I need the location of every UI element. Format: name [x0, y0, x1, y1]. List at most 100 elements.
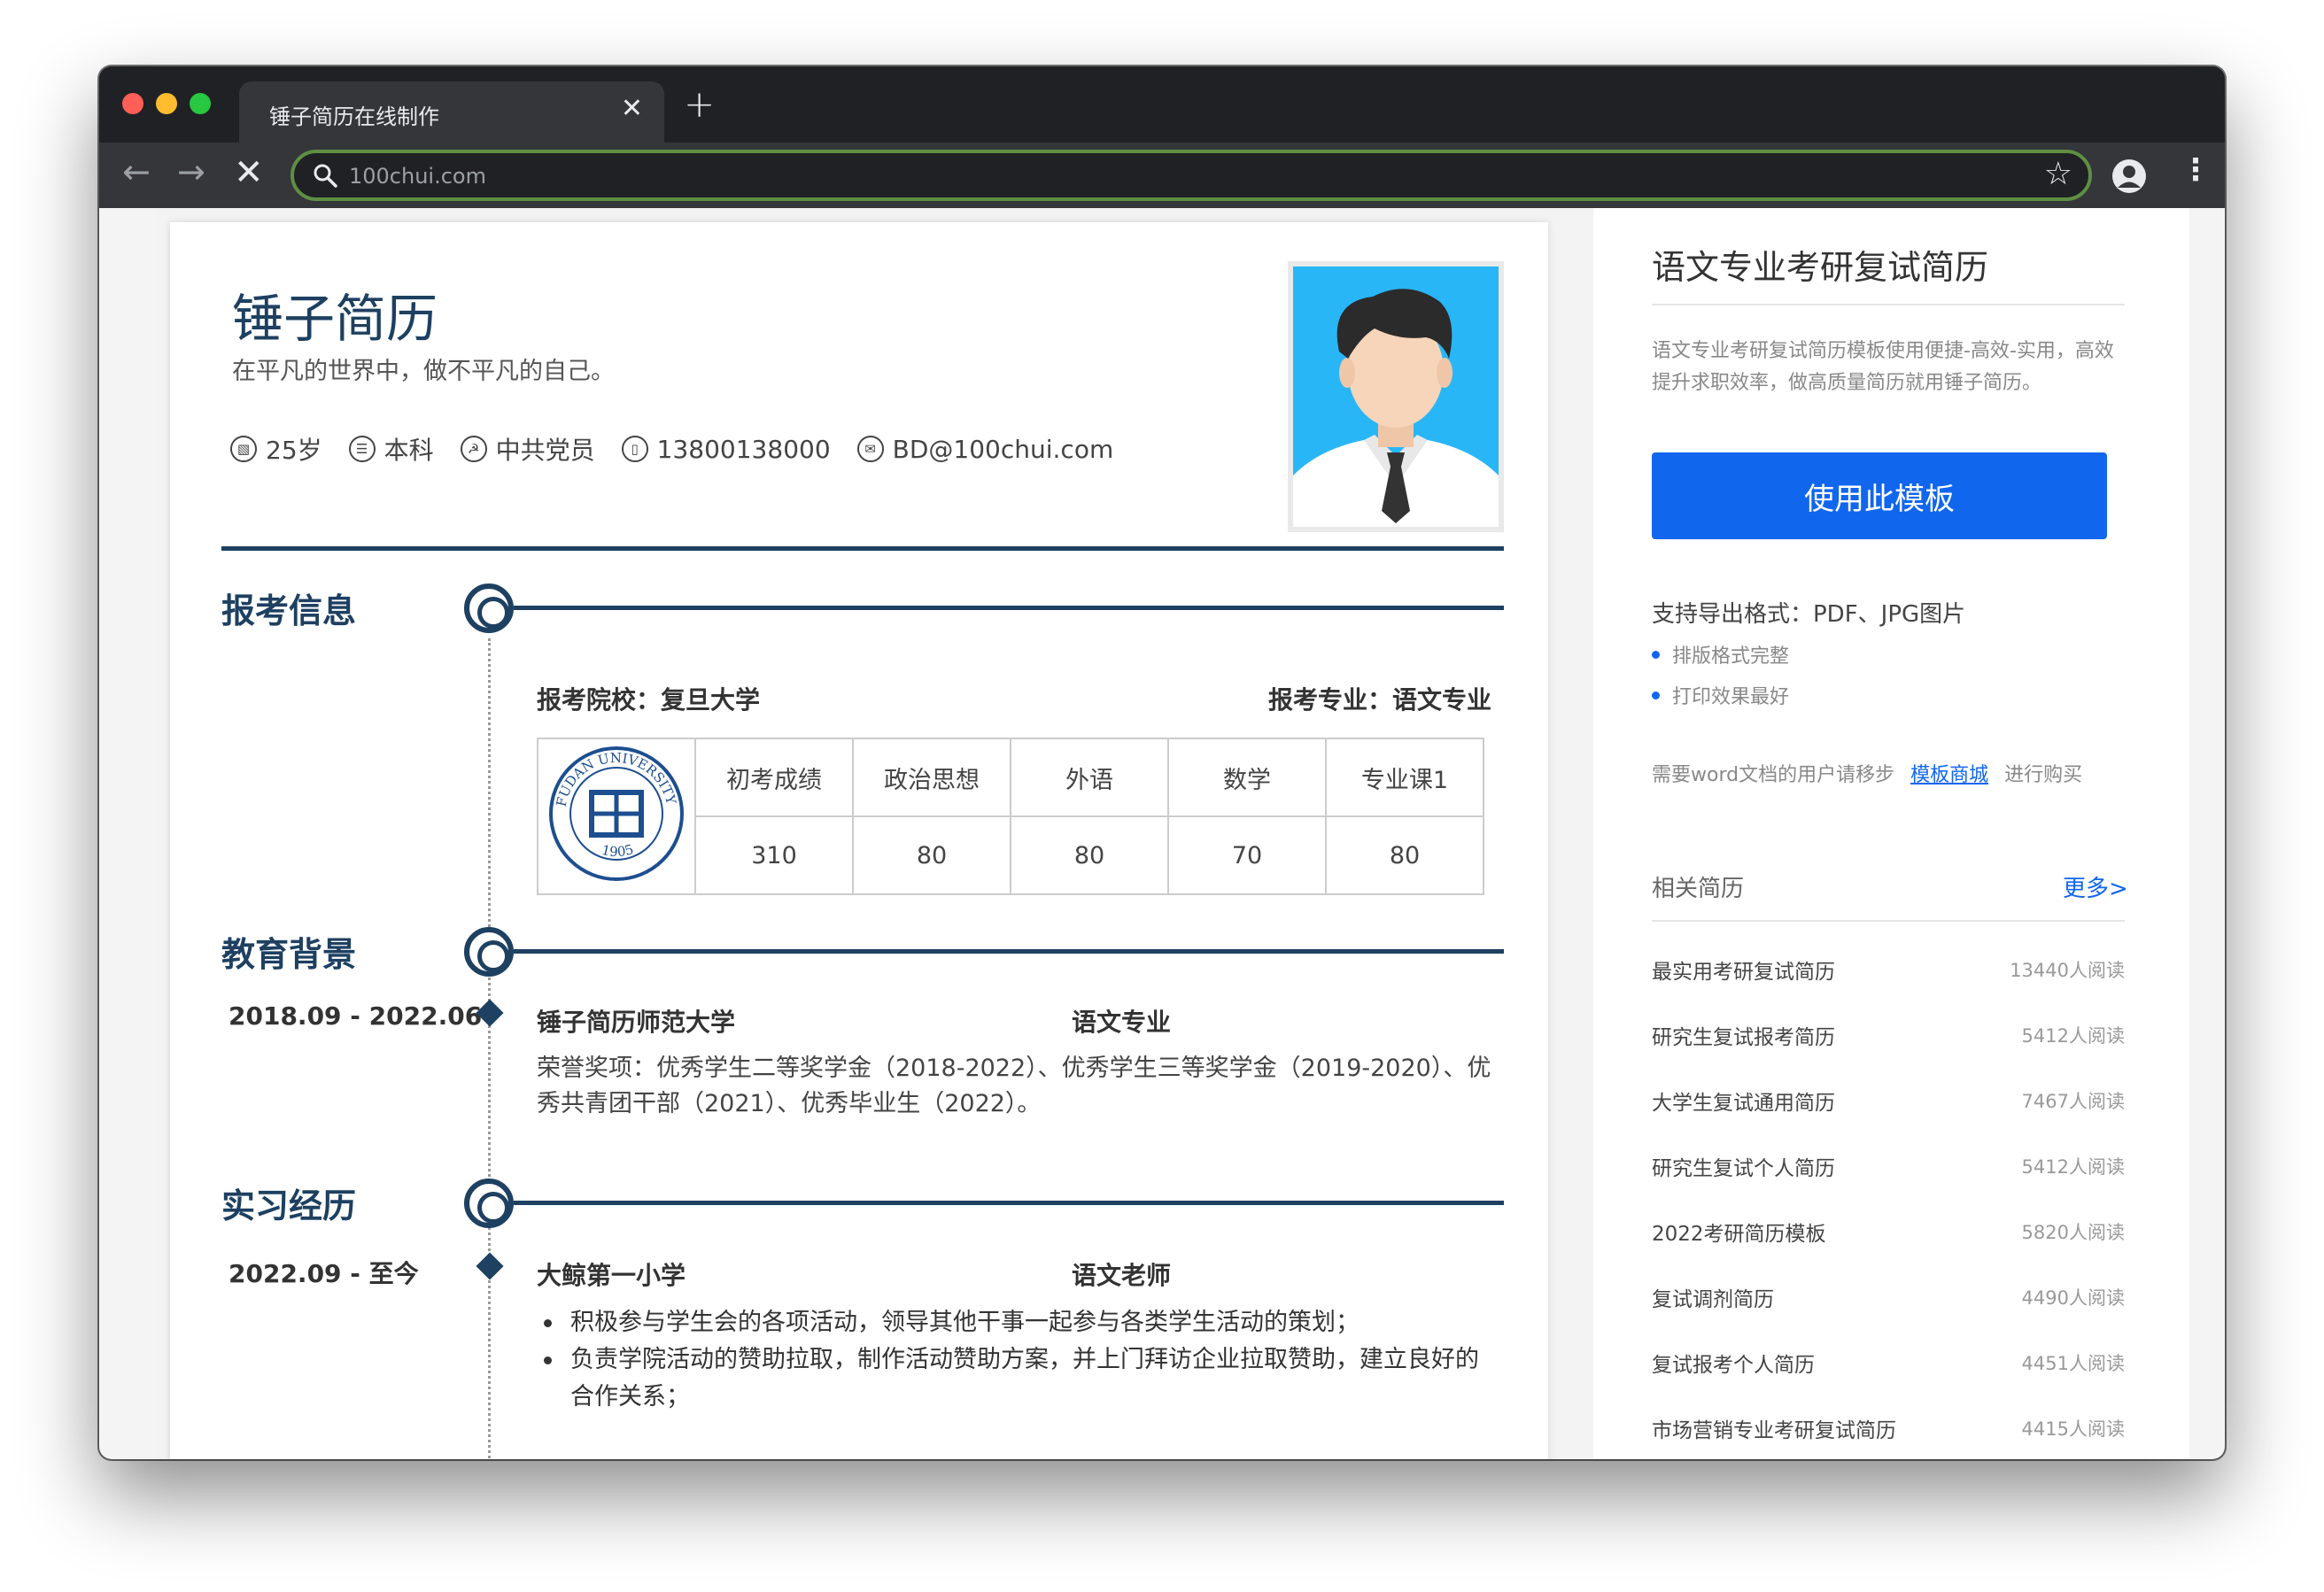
- info-degree: ☰ 本科: [348, 431, 434, 467]
- close-window-button[interactable]: [122, 93, 143, 114]
- related-name[interactable]: 研究生复试个人简历: [1652, 1151, 1835, 1181]
- related-name[interactable]: 研究生复试报考简历: [1652, 1020, 1835, 1050]
- resume-info-row: ▧ 25岁 ☰ 本科 ☭ 中共党员 ▯ 13800138000 ✉ BD@100…: [230, 431, 1113, 467]
- exam-major: 报考专业：语文专业: [1267, 685, 1491, 715]
- info-age-text: 25岁: [266, 436, 322, 465]
- related-item[interactable]: 2022考研简历模板 5820人阅读: [1652, 1214, 2125, 1249]
- info-age: ▧ 25岁: [230, 431, 322, 467]
- internship-duties: 积极参与学生会的各项活动，领导其他干事一起参与各类学生活动的策划； 负责学院活动…: [537, 1304, 1493, 1416]
- use-template-button[interactable]: 使用此模板: [1652, 452, 2107, 539]
- party-icon: ☭: [460, 436, 487, 462]
- tab-title: 锤子简历在线制作: [269, 104, 439, 129]
- avatar-illustration: [1293, 267, 1499, 527]
- template-sidebar: 语文专业考研复试简历 语文专业考研复试简历模板使用便捷-高效-实用，高效提升求职…: [1593, 208, 2189, 1459]
- browser-tab[interactable]: 锤子简历在线制作 ✕: [239, 81, 664, 143]
- related-item[interactable]: 市场营销专业考研复试简历 4415人阅读: [1652, 1410, 2125, 1446]
- info-party-text: 中共党员: [495, 436, 595, 465]
- search-icon: [314, 164, 337, 188]
- section-ring-icon: [464, 927, 514, 977]
- related-item[interactable]: 研究生复试个人简历 5412人阅读: [1652, 1148, 2125, 1184]
- resume-motto: 在平凡的世界中，做不平凡的自己。: [232, 358, 615, 385]
- section-title-exam: 报考信息: [221, 591, 357, 630]
- education-honors: 荣誉奖项：优秀学生二等奖学金（2018-2022）、优秀学生三等奖学金（2019…: [537, 1055, 1491, 1117]
- related-count: 5412人阅读: [2021, 1025, 2125, 1047]
- related-name[interactable]: 最实用考研复试简历: [1652, 954, 1835, 985]
- address-bar[interactable]: 100chui.com ☆: [290, 150, 2092, 201]
- related-item[interactable]: 大学生复试通用简历 7467人阅读: [1652, 1083, 2125, 1118]
- browser-menu-icon[interactable]: ⋮: [2181, 155, 2211, 185]
- resume-page: 锤子简历 在平凡的世界中，做不平凡的自己。 ▧ 25岁 ☰ 本科 ☭ 中共党员 …: [170, 222, 1548, 1459]
- related-name[interactable]: 2022考研简历模板: [1652, 1217, 1826, 1247]
- section-title-internship: 实习经历: [221, 1186, 357, 1225]
- related-count: 4490人阅读: [2021, 1287, 2125, 1309]
- education-school: 锤子简历师范大学: [537, 1008, 736, 1037]
- page-viewport: 锤子简历 在平凡的世界中，做不平凡的自己。 ▧ 25岁 ☰ 本科 ☭ 中共党员 …: [99, 208, 2225, 1459]
- related-name[interactable]: 大学生复试通用简历: [1652, 1086, 1835, 1116]
- tab-strip: 锤子简历在线制作 ✕ +: [99, 66, 2225, 143]
- education-major: 语文专业: [1072, 1008, 1172, 1037]
- related-count: 5820人阅读: [2021, 1222, 2125, 1243]
- feature-item: 打印效果最好: [1652, 681, 1789, 709]
- score-header: 政治思想: [852, 738, 1011, 817]
- degree-icon: ☰: [348, 436, 376, 462]
- related-item[interactable]: 最实用考研复试简历 13440人阅读: [1652, 952, 2125, 987]
- bookmark-star-icon[interactable]: ☆: [2044, 158, 2072, 190]
- feature-item: 排版格式完整: [1652, 640, 1789, 668]
- stop-loading-icon[interactable]: ✕: [234, 155, 264, 190]
- section-ring-icon: [464, 1179, 514, 1228]
- score-value: 80: [1325, 815, 1484, 895]
- feature-text: 排版格式完整: [1672, 645, 1790, 668]
- education-date: 2018.09 - 2022.06: [229, 1001, 483, 1031]
- bullet-dot-icon: [1652, 650, 1660, 659]
- list-item: 积极参与学生会的各项活动，领导其他干事一起参与各类学生活动的策划；: [537, 1304, 1493, 1341]
- forward-arrow-icon[interactable]: →: [177, 155, 205, 189]
- score-value: 80: [1010, 815, 1169, 895]
- word-note: 需要word文档的用户请移步 模板商城 进行购买: [1652, 759, 2082, 787]
- score-header: 专业课1: [1325, 738, 1484, 817]
- internship-org: 大鲸第一小学: [537, 1261, 686, 1290]
- score-header: 初考成绩: [694, 738, 854, 817]
- score-value: 310: [694, 815, 854, 895]
- internship-role: 语文老师: [1072, 1261, 1172, 1290]
- note-prefix: 需要word文档的用户请移步: [1652, 764, 1895, 786]
- related-name[interactable]: 市场营销专业考研复试简历: [1652, 1413, 1896, 1443]
- related-count: 4451人阅读: [2021, 1353, 2125, 1374]
- related-item[interactable]: 研究生复试报考简历 5412人阅读: [1652, 1017, 2125, 1053]
- browser-toolbar: ← → ✕ 100chui.com ☆ ⋮: [99, 143, 2225, 208]
- fudan-logo: FUDAN UNIVERSITY 1905: [537, 738, 696, 895]
- template-store-link[interactable]: 模板商城: [1910, 764, 1988, 786]
- new-tab-button[interactable]: +: [684, 86, 715, 123]
- related-divider: [1652, 920, 2125, 922]
- tab-close-icon[interactable]: ✕: [621, 96, 643, 122]
- info-party: ☭ 中共党员: [460, 431, 595, 467]
- timeline-diamond-icon: [476, 1252, 504, 1280]
- related-title: 相关简历: [1652, 876, 1745, 902]
- related-count: 7467人阅读: [2021, 1091, 2125, 1112]
- related-item[interactable]: 复试调剂简历 4490人阅读: [1652, 1279, 2125, 1315]
- profile-avatar-icon[interactable]: [2111, 158, 2147, 194]
- score-table: FUDAN UNIVERSITY 1905 初考成绩 政治思想 外语 数学 专业…: [537, 738, 1484, 895]
- minimize-window-button[interactable]: [156, 93, 177, 114]
- internship-date: 2022.09 - 至今: [229, 1259, 419, 1288]
- score-value: 70: [1167, 815, 1327, 895]
- related-name[interactable]: 复试报考个人简历: [1652, 1348, 1815, 1378]
- profile-photo: [1288, 261, 1504, 532]
- section-ring-icon: [464, 583, 514, 633]
- resume-name: 锤子简历: [232, 289, 438, 349]
- bullet-dot-icon: [1652, 691, 1660, 699]
- related-item[interactable]: 复试报考个人简历 4451人阅读: [1652, 1345, 2125, 1380]
- more-link[interactable]: 更多>: [2063, 870, 2128, 903]
- score-header: 数学: [1167, 738, 1327, 817]
- screenshot-stage: 锤子简历在线制作 ✕ + ← → ✕ 100chui.com ☆ ⋮ 锤子简历 …: [0, 0, 2324, 1592]
- info-degree-text: 本科: [383, 436, 434, 465]
- resume-area: 锤子简历 在平凡的世界中，做不平凡的自己。 ▧ 25岁 ☰ 本科 ☭ 中共党员 …: [156, 208, 1593, 1459]
- svg-text:1905: 1905: [600, 841, 636, 860]
- browser-window: 锤子简历在线制作 ✕ + ← → ✕ 100chui.com ☆ ⋮ 锤子简历 …: [99, 66, 2225, 1459]
- section-title-education: 教育背景: [221, 935, 357, 974]
- related-count: 5412人阅读: [2021, 1156, 2125, 1178]
- url-text[interactable]: 100chui.com: [349, 164, 486, 189]
- related-name[interactable]: 复试调剂简历: [1652, 1282, 1774, 1312]
- section-line-education: [514, 949, 1504, 954]
- back-arrow-icon[interactable]: ←: [122, 155, 151, 189]
- maximize-window-button[interactable]: [190, 93, 211, 114]
